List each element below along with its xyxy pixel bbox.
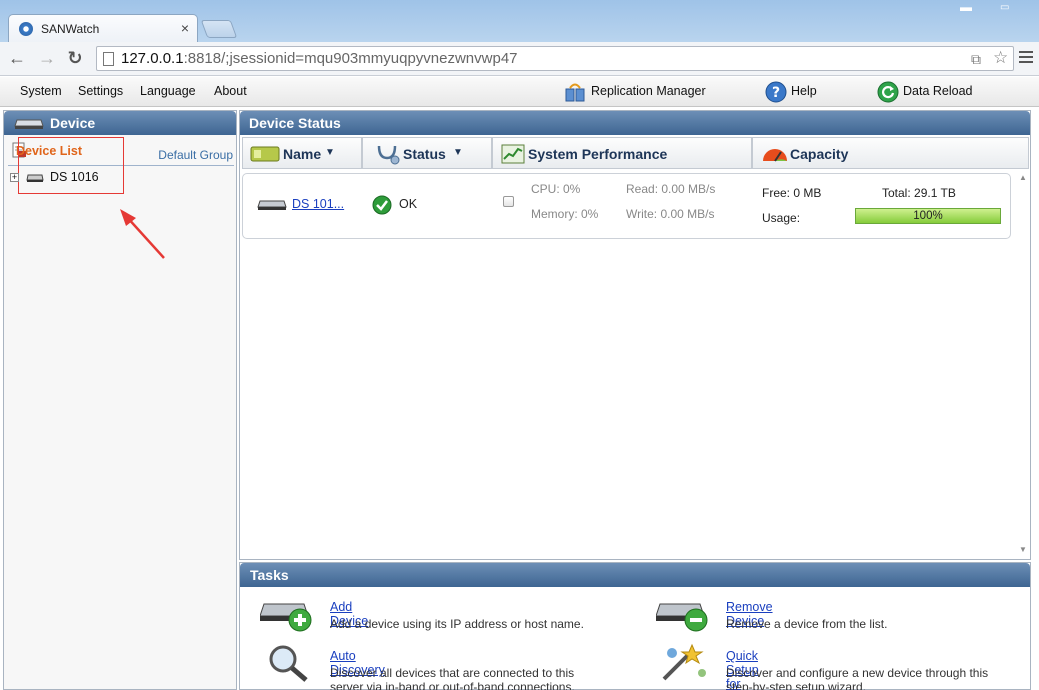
reload-icon[interactable]: ↻ (64, 48, 86, 69)
performance-chart-icon (501, 144, 525, 164)
device-panel: Device Device List Default Group + DS 10… (3, 110, 237, 690)
magnifier-icon (269, 645, 308, 682)
sanwatch-favicon-icon (19, 22, 33, 36)
status-scrollbar[interactable]: ▲ ▼ (1016, 173, 1030, 558)
auto-discovery-desc: Discover all devices that are connected … (330, 666, 575, 690)
memory-usage: Memory: 0% (531, 207, 599, 221)
window-control-icon[interactable]: ▭ (1000, 2, 1009, 13)
browser-toolbar: ← → ↻ 127.0.0.1:8818/;jsessionid=mqu903m… (0, 42, 1039, 76)
sort-caret-icon[interactable]: ▼ (453, 147, 463, 158)
device-icon (26, 174, 45, 182)
replication-manager-button[interactable]: Replication Manager (591, 84, 706, 98)
write-rate: Write: 0.00 MB/s (626, 207, 715, 221)
usage-progress-bar: 100% (855, 208, 1001, 224)
scroll-up-icon[interactable]: ▲ (1019, 173, 1027, 182)
device-panel-title: Device (50, 115, 96, 131)
url-host: 127.0.0.1 (121, 50, 184, 67)
browser-titlebar: SANWatch × ▬ ▭ (0, 0, 1039, 42)
annotation-highlight-box (18, 137, 124, 194)
device-header-icon (14, 119, 44, 129)
remove-device-desc: Remove a device from the list. (726, 617, 888, 631)
usage-percent: 100% (913, 210, 943, 222)
url-port: :8818 (183, 50, 222, 67)
tree-item-label: DS 1016 (49, 170, 99, 184)
status-ok-text: OK (399, 197, 418, 211)
read-rate: Read: 0.00 MB/s (626, 182, 716, 196)
menu-system[interactable]: System (20, 84, 62, 98)
data-reload-button[interactable]: Data Reload (903, 84, 973, 98)
bookmark-star-icon[interactable]: ☆ (993, 48, 1008, 68)
quick-setup-desc: Discover and configure a new device thro… (726, 666, 989, 690)
device-name-link[interactable]: DS 101... (292, 197, 344, 211)
url-path: /;jsessionid=mqu903mmyuqpyvnezwnvwp47 (221, 50, 518, 67)
cpu-usage: CPU: 0% (531, 182, 581, 196)
page-icon (103, 52, 114, 66)
remove-device-icon (656, 603, 708, 632)
forward-icon[interactable]: → (36, 48, 58, 69)
setup-wand-icon (662, 643, 706, 681)
sort-caret-icon[interactable]: ▼ (325, 147, 335, 158)
column-system-performance[interactable]: System Performance (492, 137, 752, 169)
device-status-panel: Device Status Name ▼ Status ▼ System Per… (239, 110, 1031, 560)
menu-language[interactable]: Language (140, 84, 196, 98)
tree-item-ds1016[interactable]: + DS 1016 (10, 170, 99, 184)
browser-tab[interactable]: SANWatch × (8, 14, 198, 42)
menu-about[interactable]: About (214, 84, 247, 98)
ok-check-icon (372, 195, 392, 215)
device-panel-header: Device (4, 111, 236, 135)
tasks-header: Tasks (240, 563, 1030, 587)
tab-title: SANWatch (41, 22, 100, 36)
tab-close-icon[interactable]: × (181, 20, 189, 36)
performance-checkbox[interactable] (503, 196, 514, 207)
tab-default-group[interactable]: Default Group (158, 148, 233, 162)
add-device-icon (260, 603, 312, 632)
tasks-title: Tasks (250, 567, 289, 583)
device-status-title: Device Status (249, 115, 341, 131)
total-capacity: Total: 29.1 TB (882, 186, 956, 200)
column-name[interactable]: Name ▼ (242, 137, 362, 169)
annotation-arrow-icon (120, 209, 165, 259)
usage-label: Usage: (762, 211, 801, 225)
stethoscope-icon (377, 145, 400, 165)
svg-text:?: ? (772, 85, 780, 101)
tree-expand-icon[interactable]: + (10, 173, 19, 183)
replication-manager-icon (565, 83, 585, 102)
app-menubar: System Settings Language About Replicati… (0, 77, 1039, 107)
free-capacity: Free: 0 MB (762, 186, 822, 200)
menu-settings[interactable]: Settings (78, 84, 123, 98)
add-device-desc: Add a device using its IP address or hos… (330, 617, 584, 631)
back-icon[interactable]: ← (6, 48, 28, 69)
column-capacity[interactable]: Capacity (752, 137, 1029, 169)
browser-menu-icon[interactable] (1019, 51, 1033, 66)
column-name-label: Name (283, 146, 322, 162)
help-button[interactable]: Help (791, 84, 817, 98)
name-tag-icon (250, 146, 280, 162)
minimize-icon[interactable]: ▬ (960, 0, 972, 14)
new-tab-button[interactable] (200, 20, 238, 38)
tasks-panel: Tasks Add Device Add a device using its … (239, 562, 1031, 690)
capacity-gauge-icon (763, 149, 787, 162)
device-icon (257, 200, 287, 210)
address-bar[interactable]: 127.0.0.1:8818/;jsessionid=mqu903mmyuqpy… (96, 46, 1014, 71)
data-reload-icon (877, 81, 899, 103)
scroll-down-icon[interactable]: ▼ (1019, 545, 1027, 554)
device-status-row[interactable]: DS 101... OK CPU: 0% Memory: 0% Read: 0.… (242, 173, 1011, 239)
column-capacity-label: Capacity (790, 146, 849, 162)
help-icon: ? (765, 81, 787, 103)
translate-icon[interactable]: ⧉ (971, 51, 981, 68)
column-status-label: Status (403, 146, 446, 162)
column-performance-label: System Performance (528, 146, 668, 162)
device-status-header: Device Status (240, 111, 1030, 135)
url-text[interactable]: 127.0.0.1:8818/;jsessionid=mqu903mmyuqpy… (121, 50, 518, 67)
column-status[interactable]: Status ▼ (362, 137, 492, 169)
